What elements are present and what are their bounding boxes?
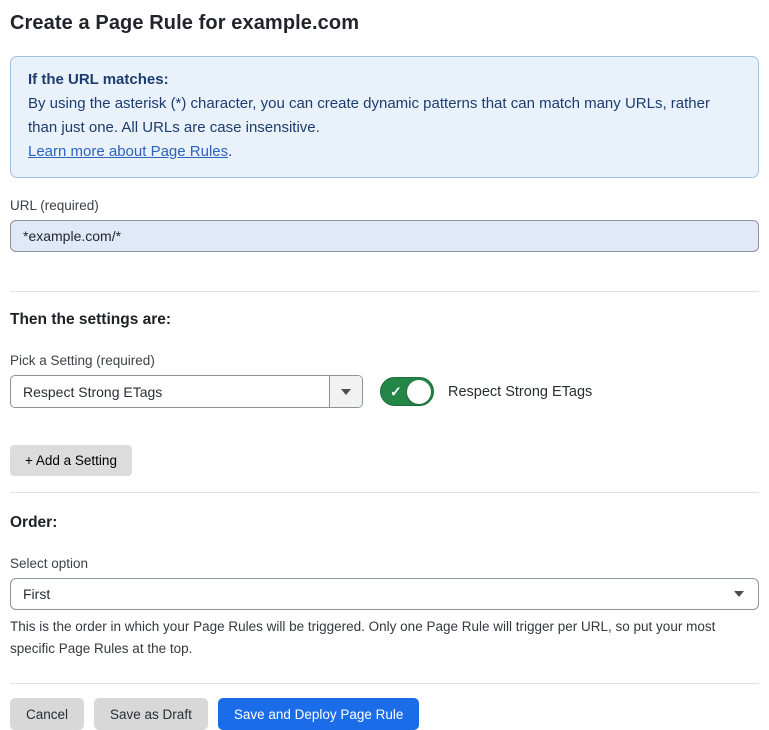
add-setting-button[interactable]: + Add a Setting xyxy=(10,445,132,476)
etags-toggle[interactable]: ✓ xyxy=(380,377,434,406)
actions-row: Cancel Save as Draft Save and Deploy Pag… xyxy=(10,698,759,730)
order-help-text: This is the order in which your Page Rul… xyxy=(10,616,759,660)
save-as-draft-button[interactable]: Save as Draft xyxy=(94,698,208,730)
url-match-info-box: If the URL matches: By using the asteris… xyxy=(10,56,759,178)
order-heading: Order: xyxy=(10,514,759,532)
setting-row: Respect Strong ETags ✓ Respect Strong ET… xyxy=(10,375,759,408)
setting-dropdown-caret-button[interactable] xyxy=(329,376,362,407)
info-box-heading: If the URL matches: xyxy=(28,68,741,92)
setting-dropdown[interactable]: Respect Strong ETags xyxy=(10,375,363,408)
toggle-knob xyxy=(407,380,431,404)
toggle-label: Respect Strong ETags xyxy=(448,384,592,400)
pick-setting-label: Pick a Setting (required) xyxy=(10,353,759,368)
info-box-body: By using the asterisk (*) character, you… xyxy=(28,92,741,140)
settings-heading: Then the settings are: xyxy=(10,311,759,329)
url-field-label: URL (required) xyxy=(10,198,759,213)
section-divider xyxy=(10,291,759,292)
section-divider xyxy=(10,492,759,493)
info-box-link-line: Learn more about Page Rules. xyxy=(28,140,741,164)
url-input[interactable] xyxy=(10,220,759,252)
order-select-value: First xyxy=(23,586,734,602)
order-select[interactable]: First xyxy=(10,578,759,610)
setting-dropdown-value: Respect Strong ETags xyxy=(11,376,329,407)
caret-down-icon xyxy=(341,389,351,395)
section-divider xyxy=(10,683,759,684)
cancel-button[interactable]: Cancel xyxy=(10,698,84,730)
check-icon: ✓ xyxy=(390,384,402,398)
order-select-label: Select option xyxy=(10,556,759,571)
link-suffix: . xyxy=(228,143,232,160)
page-title: Create a Page Rule for example.com xyxy=(10,12,759,35)
caret-down-icon xyxy=(734,591,744,597)
info-box-body-text: By using the asterisk (*) character, you… xyxy=(28,95,710,136)
save-and-deploy-button[interactable]: Save and Deploy Page Rule xyxy=(218,698,420,730)
learn-more-link[interactable]: Learn more about Page Rules xyxy=(28,143,228,160)
